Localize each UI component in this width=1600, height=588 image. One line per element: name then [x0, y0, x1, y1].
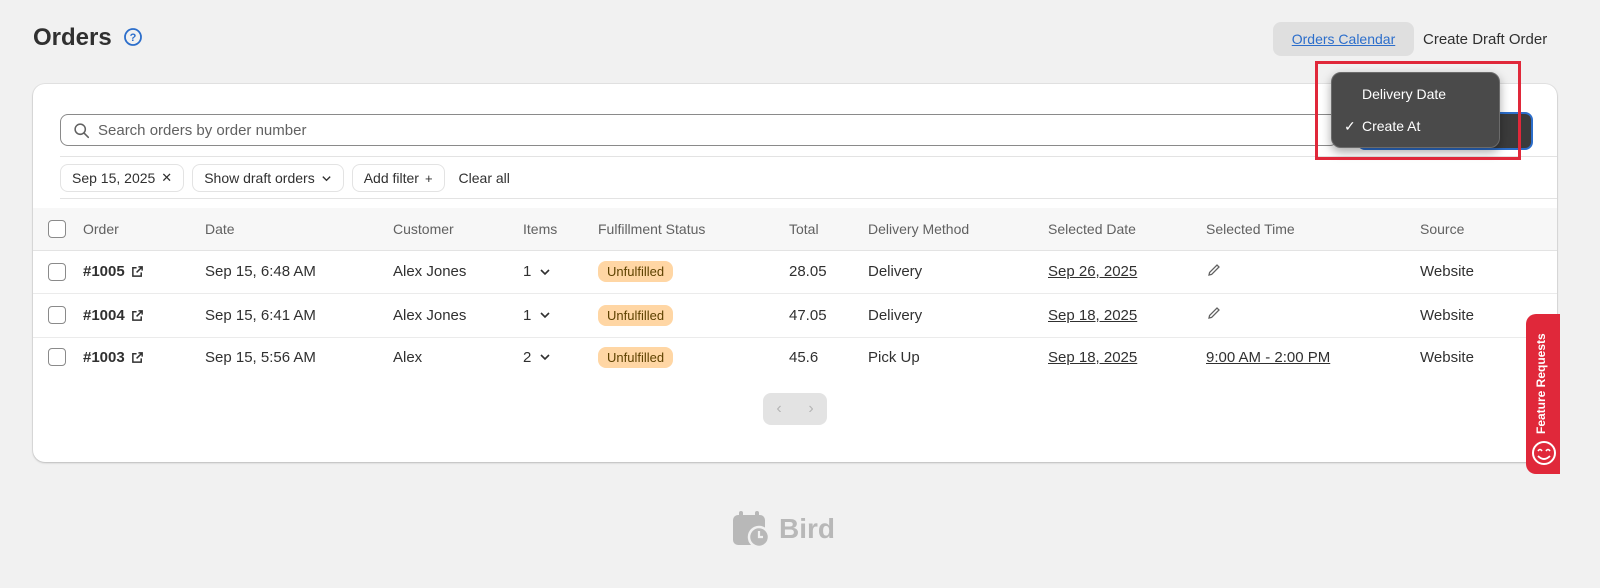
chevron-down-icon	[540, 312, 550, 319]
logo-text: Bird	[779, 513, 835, 544]
order-source: Website	[1420, 250, 1557, 294]
external-link-icon	[131, 266, 143, 277]
order-link[interactable]: #1004	[83, 307, 144, 324]
column-header[interactable]: Delivery Method	[868, 208, 1048, 251]
items-count: 1	[523, 263, 532, 280]
column-header[interactable]: Date	[205, 208, 393, 251]
divider	[60, 198, 1557, 199]
chevron-down-icon	[540, 268, 550, 275]
selected-date-link[interactable]: Sep 18, 2025	[1048, 307, 1137, 324]
order-date: Sep 15, 5:56 AM	[205, 348, 316, 366]
delivery-method: Delivery	[868, 293, 1048, 338]
order-number: #1004	[83, 306, 125, 324]
column-header[interactable]: Fulfillment Status	[598, 208, 789, 251]
orders-calendar-button[interactable]: Orders Calendar	[1273, 22, 1414, 56]
selected-date-link[interactable]: Sep 26, 2025	[1048, 263, 1137, 280]
select-all-checkbox[interactable]	[48, 219, 66, 238]
plus-icon: +	[424, 170, 433, 186]
selected-date-link[interactable]: Sep 18, 2025	[1048, 349, 1137, 366]
column-header[interactable]: Customer	[393, 208, 523, 251]
highlight-box	[1315, 61, 1521, 160]
add-filter-label: Add filter	[363, 170, 419, 186]
chevron-down-icon	[322, 175, 331, 181]
next-page-button[interactable]: ›	[808, 400, 813, 418]
date-filter-chip[interactable]: Sep 15, 2025 ✕	[60, 164, 185, 192]
draft-orders-filter[interactable]: Show draft orders	[192, 164, 344, 192]
external-link-icon	[131, 351, 143, 363]
pencil-icon[interactable]	[1206, 305, 1222, 321]
previous-page-button[interactable]: ‹	[776, 400, 781, 418]
delivery-method: Delivery	[868, 250, 1048, 294]
feature-requests-label: Feature Requests	[1534, 333, 1548, 434]
pagination: ‹ ›	[763, 393, 827, 425]
order-total: 47.05	[789, 293, 868, 338]
status-badge: Unfulfilled	[598, 346, 674, 368]
items-count: 1	[523, 306, 532, 324]
column-header[interactable]: Selected Time	[1206, 208, 1420, 251]
pencil-icon[interactable]	[1206, 262, 1222, 278]
order-link[interactable]: #1005	[83, 263, 144, 280]
items-count: 2	[523, 348, 532, 366]
order-total: 45.6	[789, 348, 819, 366]
clear-all-button[interactable]: Clear all	[459, 170, 510, 186]
close-icon[interactable]: ✕	[161, 170, 172, 186]
status-badge: Unfulfilled	[598, 304, 674, 326]
column-header[interactable]: Items	[523, 208, 598, 251]
order-date: Sep 15, 6:48 AM	[205, 250, 393, 294]
column-header[interactable]: Source	[1420, 208, 1557, 251]
delivery-method: Pick Up	[868, 348, 920, 366]
order-number: #1005	[83, 263, 125, 280]
table-row[interactable]: #1005 Sep 15, 6:48 AM Alex Jones 1 Unful…	[33, 250, 1557, 294]
row-checkbox[interactable]	[48, 262, 66, 281]
order-link[interactable]: #1003	[83, 349, 144, 366]
calendar-clock-icon	[733, 511, 771, 548]
row-checkbox[interactable]	[48, 306, 66, 325]
status-badge: Unfulfilled	[598, 261, 674, 282]
table-header-row: Order Date Customer Items Fulfillment St…	[33, 208, 1557, 251]
page-title: Orders	[33, 24, 112, 51]
customer-name: Alex	[393, 348, 423, 366]
create-draft-order-button[interactable]: Create Draft Order	[1423, 31, 1547, 48]
items-toggle[interactable]: 1	[523, 263, 551, 280]
chevron-down-icon	[540, 354, 550, 361]
order-date: Sep 15, 6:41 AM	[205, 293, 393, 338]
filter-bar: Sep 15, 2025 ✕ Show draft orders Add fil…	[60, 164, 510, 192]
search-bar[interactable]	[60, 114, 1338, 146]
selected-time-link[interactable]: 9:00 AM - 2:00 PM	[1206, 349, 1330, 366]
app-logo: Bird	[731, 510, 835, 548]
customer-name: Alex Jones	[393, 293, 523, 338]
row-checkbox[interactable]	[48, 348, 66, 367]
smiley-icon[interactable]	[1528, 437, 1560, 469]
table-row[interactable]: #1003 Sep 15, 5:56 AM Alex 2 Unfulfilled…	[33, 337, 1557, 377]
orders-table: Order Date Customer Items Fulfillment St…	[33, 208, 1557, 377]
column-header[interactable]: Order	[83, 208, 205, 251]
help-icon[interactable]: ?	[123, 27, 143, 47]
items-toggle[interactable]: 1	[523, 307, 551, 324]
items-toggle[interactable]: 2	[523, 349, 551, 366]
external-link-icon	[131, 309, 143, 321]
svg-text:?: ?	[130, 32, 137, 44]
search-icon	[74, 122, 90, 138]
add-filter-button[interactable]: Add filter +	[351, 164, 445, 192]
column-header[interactable]: Selected Date	[1048, 208, 1206, 251]
order-number: #1003	[83, 348, 125, 366]
draft-orders-label: Show draft orders	[204, 170, 315, 186]
customer-name: Alex Jones	[393, 250, 523, 294]
search-input[interactable]	[98, 121, 1337, 139]
order-total: 28.05	[789, 250, 868, 294]
date-filter-label: Sep 15, 2025	[72, 170, 156, 186]
table-row[interactable]: #1004 Sep 15, 6:41 AM Alex Jones 1 Unful…	[33, 293, 1557, 338]
column-header[interactable]: Total	[789, 208, 868, 251]
